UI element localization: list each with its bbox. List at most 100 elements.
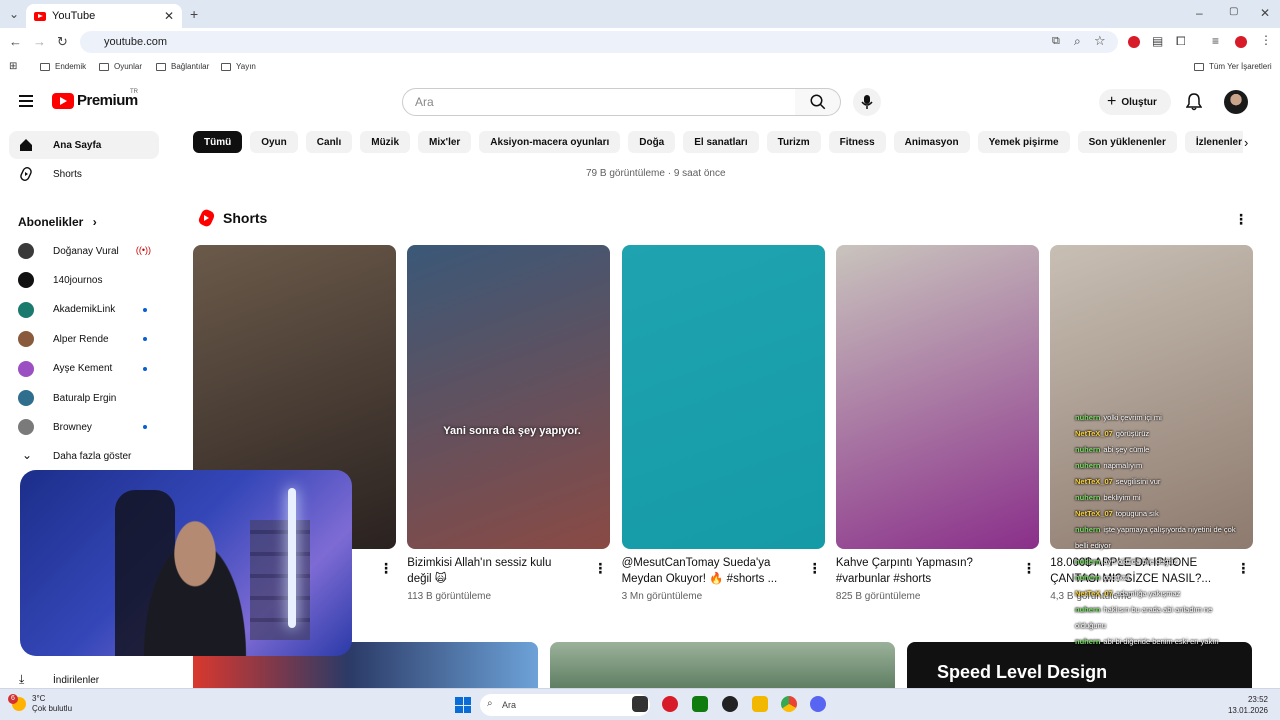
search-button[interactable] <box>795 88 841 116</box>
back-icon[interactable]: ← <box>9 34 22 49</box>
task-view-icon[interactable] <box>632 696 648 712</box>
filter-chip[interactable]: Animasyon <box>893 131 970 153</box>
filter-chip[interactable]: Turizm <box>766 131 821 153</box>
filter-chip[interactable]: Oyun <box>250 131 298 153</box>
puzzle-icon[interactable]: ⧠ <box>1176 34 1186 49</box>
install-icon[interactable]: ⧉ <box>1052 35 1060 48</box>
browser-tab[interactable]: YouTube ✕ <box>26 4 182 28</box>
filter-chip[interactable]: Yemek pişirme <box>977 131 1070 153</box>
weather-widget[interactable]: 6 3°C Çok bulutlu <box>8 694 72 714</box>
short-menu-icon[interactable]: ⋮ <box>1022 561 1036 575</box>
reload-icon[interactable]: ↻ <box>57 34 68 50</box>
extension-icon[interactable]: ▤ <box>1152 34 1163 48</box>
zoom-icon[interactable]: ⌕ <box>1074 34 1081 49</box>
restore-icon[interactable]: ▢ <box>1229 6 1238 17</box>
apps-grid-icon[interactable]: ⊞ <box>9 61 17 72</box>
short-thumbnail[interactable]: Yani sonra da şey yapıyor. <box>407 245 611 549</box>
subscription-item[interactable]: Ayşe Kement <box>9 355 159 383</box>
hamburger-menu-icon[interactable] <box>19 95 33 107</box>
video-thumbnail[interactable] <box>550 642 895 692</box>
notifications-bell-icon[interactable] <box>1186 93 1202 111</box>
short-title[interactable]: @MesutCanTomay Sueda'ya Meydan Okuyor! 🔥… <box>622 555 792 587</box>
shorts-section-title: Shorts <box>197 208 267 228</box>
subscription-item[interactable]: Doğanay Vural ((•)) <box>9 237 159 265</box>
taskbar-search[interactable]: ⌕ Ara <box>480 694 650 716</box>
discord-icon[interactable] <box>810 696 826 712</box>
menu-dots-icon[interactable]: ⋮ <box>1260 33 1272 47</box>
short-title[interactable]: Bizimkisi Allah'ın sessiz kulu değil 🙀 <box>407 555 577 587</box>
section-menu-icon[interactable]: ⋮ <box>1234 212 1248 226</box>
forward-icon[interactable]: → <box>33 34 46 49</box>
all-bookmarks[interactable]: Tüm Yer İşaretleri <box>1194 62 1272 71</box>
xbox-icon[interactable] <box>692 696 708 712</box>
subscription-item[interactable]: Alper Rende <box>9 325 159 353</box>
tab-title: YouTube <box>52 10 96 22</box>
channel-avatar <box>18 272 34 289</box>
filter-chip[interactable]: El sanatları <box>683 131 759 153</box>
filter-chip[interactable]: Fitness <box>828 131 886 153</box>
filter-chip[interactable]: Tümü <box>193 131 243 153</box>
search-icon: ⌕ <box>487 698 493 709</box>
folder-icon <box>1194 62 1204 71</box>
sidebar-item-shorts[interactable]: Shorts <box>9 160 159 188</box>
chrome-icon[interactable] <box>781 696 797 712</box>
chevron-right-icon[interactable]: › <box>1244 135 1248 150</box>
chat-message: belli ediyor <box>1075 538 1275 554</box>
profile-icon[interactable] <box>1235 36 1247 48</box>
new-tab-icon[interactable]: + <box>190 6 198 22</box>
app-icon[interactable] <box>722 696 738 712</box>
youtube-logo[interactable]: Premium TR <box>52 89 138 109</box>
short-menu-icon[interactable]: ⋮ <box>808 561 822 575</box>
bookmark-yayin[interactable]: Yayın <box>221 62 256 71</box>
subscription-item[interactable]: Browney <box>9 413 159 441</box>
close-window-icon[interactable]: ✕ <box>1260 6 1270 20</box>
filter-chip[interactable]: Müzik <box>360 131 411 153</box>
filter-chip[interactable]: Doğa <box>628 131 676 153</box>
filter-chip[interactable]: Mix'ler <box>418 131 472 153</box>
chat-username: nuhern <box>1075 413 1101 422</box>
minimize-icon[interactable]: – <box>1196 6 1203 20</box>
subscriptions-heading[interactable]: Abonelikler › <box>18 215 97 229</box>
bookmark-star-icon[interactable]: ☆ <box>1094 33 1106 49</box>
bookmarks-bar: ⊞ Endemik Oyunlar Bağlantılar Yayın Tüm … <box>0 56 1280 78</box>
filter-chip[interactable]: Canlı <box>305 131 353 153</box>
bookmark-oyunlar[interactable]: Oyunlar <box>99 62 142 71</box>
account-avatar[interactable] <box>1224 90 1248 114</box>
subscription-item[interactable]: Baturalp Ergin <box>9 384 159 412</box>
chat-text: topuguna sık <box>1115 509 1159 518</box>
opera-extension-icon[interactable] <box>1128 36 1140 48</box>
shorts-icon <box>20 167 32 181</box>
short-thumbnail[interactable] <box>621 245 825 549</box>
chat-text: görüşürüz <box>1115 429 1150 438</box>
file-explorer-icon[interactable] <box>752 696 768 712</box>
weather-badge: 6 <box>8 694 18 704</box>
light-bar <box>288 488 296 628</box>
filter-chip[interactable]: Son yüklenenler <box>1077 131 1177 153</box>
filter-chip[interactable]: Aksiyon-macera oyunları <box>479 131 621 153</box>
chat-text: işte yapmaya çalışıyorda niyetini de çok <box>1103 525 1236 534</box>
search-input[interactable]: Ara <box>402 88 796 116</box>
filter-chip[interactable]: İzlenenler <box>1184 131 1243 153</box>
address-bar[interactable]: youtube.com <box>80 31 1118 53</box>
show-more-button[interactable]: ⌄ Daha fazla göster <box>9 442 159 470</box>
chat-message: olduğunu <box>1075 618 1275 634</box>
windows-start-icon[interactable] <box>455 697 471 713</box>
short-menu-icon[interactable]: ⋮ <box>593 561 607 575</box>
bookmark-baglantilar[interactable]: Bağlantılar <box>156 62 209 71</box>
chat-text: bekliyim mi <box>1103 493 1141 502</box>
media-icon[interactable]: ≡ <box>1212 34 1219 48</box>
sidebar-item-home[interactable]: Ana Sayfa <box>9 131 159 159</box>
subscription-item[interactable]: 140journos <box>9 266 159 294</box>
bookmark-endemik[interactable]: Endemik <box>40 62 86 71</box>
subscription-item[interactable]: AkademikLink <box>9 296 159 324</box>
short-title[interactable]: Kahve Çarpıntı Yapmasın? #varbunlar #sho… <box>836 555 1006 587</box>
tab-close-icon[interactable]: ✕ <box>164 9 174 23</box>
tab-search-icon[interactable]: ⌄ <box>9 7 19 21</box>
youtube-play-icon <box>52 92 74 109</box>
voice-search-button[interactable] <box>853 88 881 116</box>
short-menu-icon[interactable]: ⋮ <box>379 561 393 575</box>
system-clock[interactable]: 23:52 13.01.2026 <box>1228 694 1268 716</box>
create-button[interactable]: + Oluştur <box>1099 89 1171 115</box>
short-thumbnail[interactable] <box>835 245 1039 549</box>
opera-icon[interactable] <box>662 696 678 712</box>
